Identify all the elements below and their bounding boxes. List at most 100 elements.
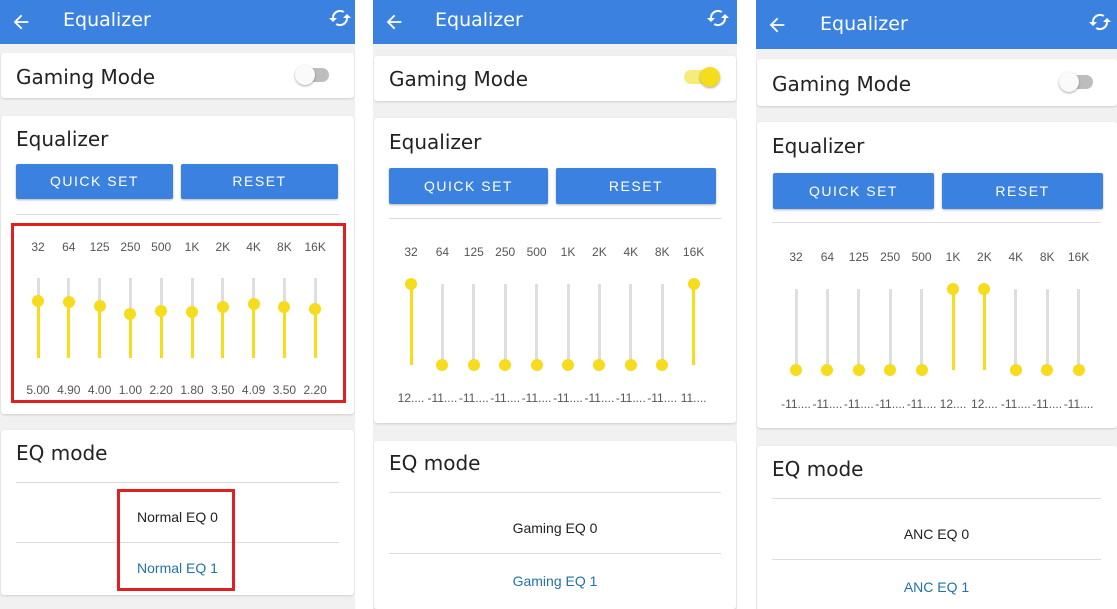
band-slider-track[interactable] — [597, 284, 601, 365]
eq-mode-option[interactable]: ANC EQ 1 — [756, 579, 1117, 595]
band-slider-thumb[interactable] — [624, 359, 637, 371]
equalizer-title: Equalizer — [772, 134, 865, 158]
band-label: 64 — [435, 245, 450, 259]
app-bar-title: Equalizer — [435, 9, 523, 31]
highlight-box-eq-mode — [117, 489, 235, 591]
app-bar-title: Equalizer — [63, 9, 151, 31]
band-value: -11.... — [875, 397, 906, 411]
app-bar-title: Equalizer — [820, 13, 908, 35]
band-value: -11.... — [584, 391, 615, 405]
reset-button[interactable]: RESET — [942, 173, 1103, 209]
toggle-knob — [295, 65, 315, 85]
band-slider-fill — [982, 289, 986, 370]
toggle-knob — [1059, 72, 1079, 92]
band-slider-track[interactable] — [440, 284, 444, 365]
band-slider-track[interactable] — [1045, 289, 1049, 370]
equalizer-screen-2: Equalizer Gaming Mode Equalizer QUICK SET RE… — [373, 0, 737, 609]
equalizer-title: Equalizer — [16, 127, 109, 151]
eq-mode-option[interactable]: Gaming EQ 0 — [373, 520, 737, 536]
app-bar: Equalizer — [0, 0, 355, 44]
band-slider-thumb[interactable] — [405, 278, 417, 290]
reset-button[interactable]: RESET — [181, 164, 338, 199]
quick-set-button[interactable]: QUICK SET — [16, 164, 173, 199]
gaming-mode-toggle[interactable] — [295, 65, 329, 85]
gaming-mode-label: Gaming Mode — [772, 72, 912, 96]
band-value: -11.... — [427, 391, 458, 405]
band-value: -11.... — [1032, 397, 1063, 411]
band-slider-thumb[interactable] — [1072, 364, 1085, 376]
divider — [16, 214, 339, 215]
band-value: 12.... — [971, 397, 998, 411]
divider — [772, 222, 1101, 223]
eq-mode-option[interactable]: ANC EQ 0 — [756, 526, 1117, 542]
back-arrow-icon[interactable] — [766, 14, 788, 36]
band-slider-thumb[interactable] — [530, 359, 543, 371]
divider — [16, 482, 339, 483]
gaming-mode-label: Gaming Mode — [389, 67, 529, 91]
toggle-knob — [700, 67, 720, 87]
back-arrow-icon[interactable] — [383, 11, 405, 33]
app-bar: Equalizer — [756, 0, 1117, 49]
equalizer-card — [757, 122, 1117, 428]
band-slider-track[interactable] — [1077, 289, 1081, 370]
band-value: -11.... — [553, 391, 583, 405]
band-label: 2K — [592, 245, 607, 259]
refresh-icon[interactable] — [328, 6, 352, 30]
band-slider-track[interactable] — [472, 284, 476, 365]
band-label: 8K — [654, 245, 670, 259]
band-label: 64 — [820, 250, 835, 264]
band-label: 16K — [1067, 250, 1090, 264]
band-slider-fill — [951, 289, 955, 370]
quick-set-button[interactable]: QUICK SET — [389, 168, 548, 204]
refresh-icon[interactable] — [1088, 10, 1112, 34]
divider — [772, 559, 1101, 560]
eq-mode-title: EQ mode — [772, 457, 864, 481]
band-label: 125 — [848, 250, 869, 264]
band-slider-track[interactable] — [794, 289, 798, 370]
band-value: -11.... — [615, 391, 646, 405]
band-slider-track[interactable] — [920, 289, 924, 370]
band-value: 12.... — [939, 397, 967, 411]
band-label: 4K — [1008, 250, 1024, 264]
band-value: -11.... — [521, 391, 552, 405]
divider — [389, 218, 721, 219]
reset-button[interactable]: RESET — [556, 168, 716, 204]
band-slider-thumb[interactable] — [915, 364, 928, 376]
gaming-mode-label: Gaming Mode — [16, 65, 156, 89]
refresh-icon[interactable] — [706, 6, 730, 30]
gaming-mode-toggle[interactable] — [684, 67, 720, 87]
band-slider-thumb[interactable] — [947, 283, 959, 295]
band-slider-thumb[interactable] — [1009, 364, 1022, 376]
band-value: -11.... — [906, 397, 937, 411]
band-slider-track[interactable] — [1014, 289, 1018, 370]
eq-mode-option[interactable]: Gaming EQ 1 — [373, 573, 737, 589]
band-value: -11.... — [843, 397, 874, 411]
band-label: 16K — [682, 245, 705, 259]
back-arrow-icon[interactable] — [10, 11, 32, 33]
band-slider-thumb[interactable] — [790, 364, 802, 376]
equalizer-screen-1: Equalizer Gaming Mode Equalizer QUICK SET RE… — [0, 0, 355, 609]
band-slider-thumb[interactable] — [852, 364, 865, 376]
equalizer-screen-3: Equalizer Gaming Mode Equalizer QUICK SET RE… — [756, 0, 1117, 609]
gaming-mode-toggle[interactable] — [1059, 72, 1093, 92]
band-slider-track[interactable] — [535, 284, 539, 365]
band-label: 32 — [404, 245, 418, 259]
band-value: -11.... — [812, 397, 843, 411]
band-slider-track[interactable] — [566, 284, 570, 365]
band-slider-track[interactable] — [629, 284, 633, 365]
band-slider-track[interactable] — [857, 289, 861, 370]
band-slider-track[interactable] — [825, 289, 829, 370]
band-slider-thumb[interactable] — [467, 359, 480, 371]
equalizer-title: Equalizer — [389, 130, 482, 154]
band-slider-track[interactable] — [503, 284, 507, 365]
band-slider-thumb[interactable] — [687, 278, 700, 290]
band-value: -11.... — [458, 391, 489, 405]
quick-set-button[interactable]: QUICK SET — [773, 173, 934, 209]
band-slider-fill — [692, 284, 696, 365]
highlight-box-sliders — [11, 223, 346, 403]
band-value: -11.... — [1000, 397, 1031, 411]
band-slider-track[interactable] — [888, 289, 892, 370]
band-slider-track[interactable] — [660, 284, 664, 365]
band-slider-thumb[interactable] — [562, 359, 574, 371]
band-value: -11.... — [490, 391, 521, 405]
